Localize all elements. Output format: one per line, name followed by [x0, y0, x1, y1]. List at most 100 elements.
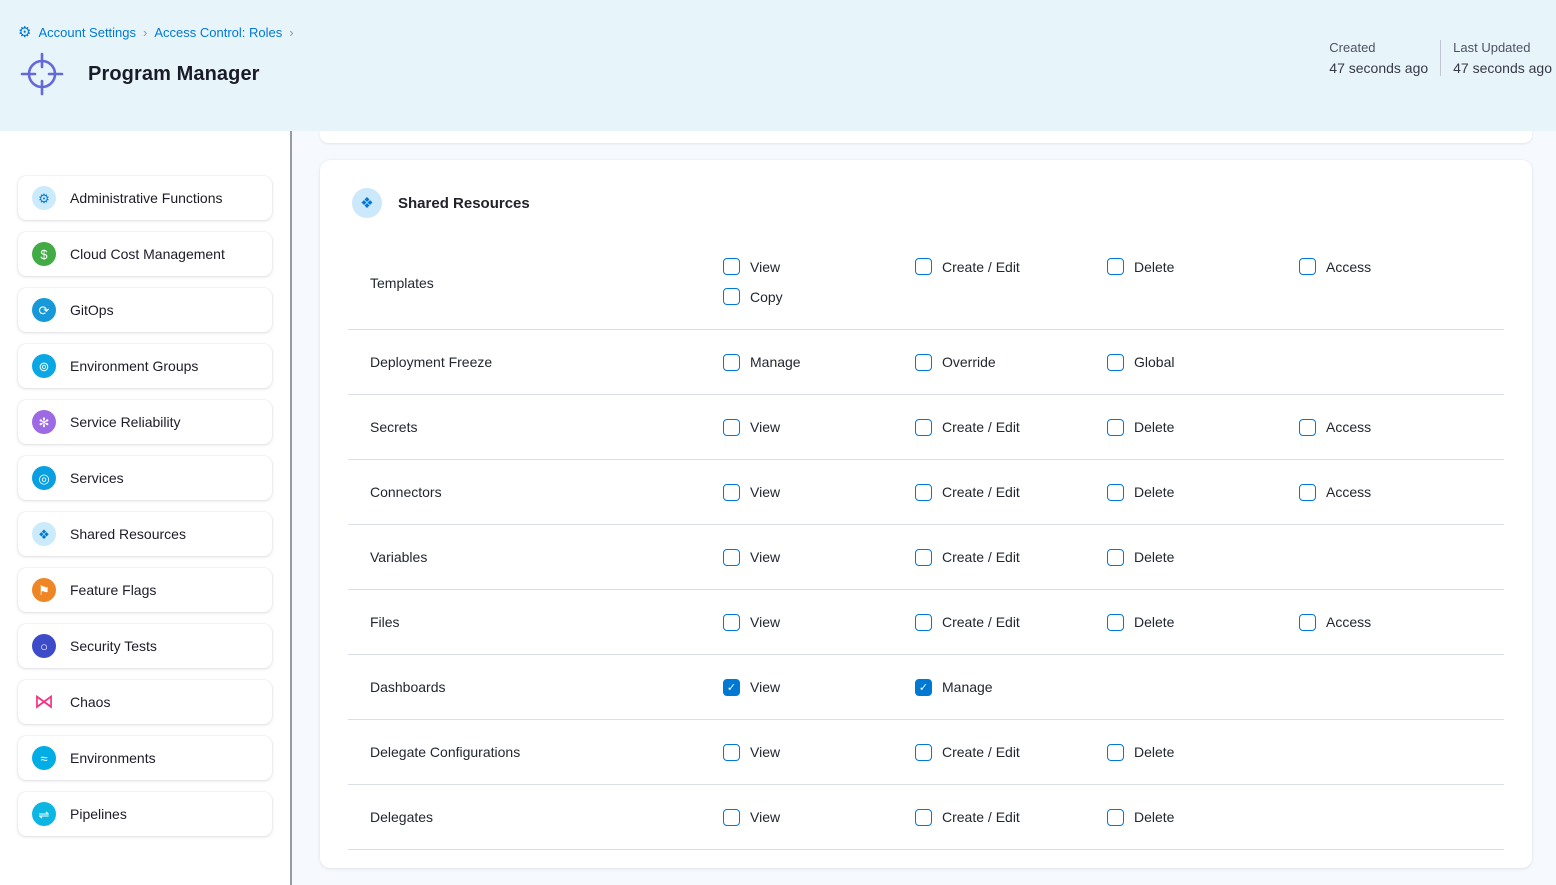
- permission-checkbox-view[interactable]: View: [723, 549, 915, 566]
- permission-checkbox-create-edit[interactable]: Create / Edit: [915, 549, 1107, 566]
- checkbox-unchecked[interactable]: [915, 419, 932, 436]
- checkbox-unchecked[interactable]: [1107, 258, 1124, 275]
- permission-checkbox-access[interactable]: Access: [1299, 258, 1504, 275]
- sidebar-item-service-reliability[interactable]: ✻Service Reliability: [18, 400, 272, 444]
- checkbox-unchecked[interactable]: [723, 419, 740, 436]
- permission-cell: View: [723, 744, 915, 761]
- checkbox-label: Delete: [1134, 549, 1174, 565]
- sidebar-item-chaos[interactable]: ⋈Chaos: [18, 680, 272, 724]
- permission-checkbox-delete[interactable]: Delete: [1107, 809, 1299, 826]
- shared-resources-icon: ❖: [352, 188, 382, 218]
- permission-checkbox-delete[interactable]: Delete: [1107, 744, 1299, 761]
- permission-checkbox-access[interactable]: Access: [1299, 419, 1504, 436]
- checkbox-unchecked[interactable]: [1107, 744, 1124, 761]
- checkbox-unchecked[interactable]: [915, 614, 932, 631]
- sidebar-item-feature-flags[interactable]: ⚑Feature Flags: [18, 568, 272, 612]
- checkbox-unchecked[interactable]: [723, 549, 740, 566]
- sidebar-item-label: Service Reliability: [70, 414, 180, 430]
- permission-checkbox-access[interactable]: Access: [1299, 484, 1504, 501]
- checkbox-label: Access: [1326, 259, 1371, 275]
- permission-checkbox-create-edit[interactable]: Create / Edit: [915, 419, 1107, 436]
- permission-checkbox-view[interactable]: ✓View: [723, 679, 915, 696]
- checkbox-checked[interactable]: ✓: [723, 679, 740, 696]
- permission-checkbox-view[interactable]: View: [723, 614, 915, 631]
- checkbox-unchecked[interactable]: [1107, 354, 1124, 371]
- permission-checkbox-manage[interactable]: ✓Manage: [915, 679, 1107, 696]
- permission-checkbox-access[interactable]: Access: [1299, 614, 1504, 631]
- permission-row-delegate-configurations: Delegate ConfigurationsViewCreate / Edit…: [348, 720, 1504, 785]
- permission-checkbox-view[interactable]: View: [723, 744, 915, 761]
- sidebar-item-administrative-functions[interactable]: ⚙Administrative Functions: [18, 176, 272, 220]
- permission-cell: Delete: [1107, 744, 1299, 761]
- checkbox-unchecked[interactable]: [723, 614, 740, 631]
- permission-checkbox-delete[interactable]: Delete: [1107, 258, 1299, 275]
- checkbox-unchecked[interactable]: [723, 484, 740, 501]
- resource-label: Delegate Configurations: [348, 744, 723, 760]
- checkbox-label: Create / Edit: [942, 484, 1020, 500]
- checkbox-label: Create / Edit: [942, 259, 1020, 275]
- checkbox-unchecked[interactable]: [1107, 484, 1124, 501]
- permission-checkbox-global[interactable]: Global: [1107, 354, 1299, 371]
- permission-checkbox-delete[interactable]: Delete: [1107, 484, 1299, 501]
- shield-scan-icon: ○: [32, 634, 56, 658]
- sidebar-item-gitops[interactable]: ⟳GitOps: [18, 288, 272, 332]
- checkbox-label: Create / Edit: [942, 549, 1020, 565]
- checkbox-unchecked[interactable]: [1107, 614, 1124, 631]
- resource-label: Deployment Freeze: [348, 354, 723, 370]
- checkbox-unchecked[interactable]: [723, 354, 740, 371]
- permission-cell: Override: [915, 354, 1107, 371]
- checkbox-unchecked[interactable]: [723, 258, 740, 275]
- checkbox-unchecked[interactable]: [723, 809, 740, 826]
- checkbox-checked[interactable]: ✓: [915, 679, 932, 696]
- checkbox-unchecked[interactable]: [915, 549, 932, 566]
- permission-checkbox-view[interactable]: View: [723, 484, 915, 501]
- sidebar-item-pipelines[interactable]: ⇌Pipelines: [18, 792, 272, 836]
- breadcrumb-account-settings[interactable]: Account Settings: [38, 25, 136, 40]
- sidebar-item-security-tests[interactable]: ○Security Tests: [18, 624, 272, 668]
- resource-label: Files: [348, 614, 723, 630]
- checkbox-unchecked[interactable]: [915, 258, 932, 275]
- pipelines-icon: ⇌: [32, 802, 56, 826]
- permission-cell: Create / Edit: [915, 614, 1107, 631]
- checkbox-unchecked[interactable]: [915, 484, 932, 501]
- sidebar-item-shared-resources[interactable]: ❖Shared Resources: [18, 512, 272, 556]
- permission-checkbox-delete[interactable]: Delete: [1107, 549, 1299, 566]
- permission-checkbox-delete[interactable]: Delete: [1107, 419, 1299, 436]
- checkbox-unchecked[interactable]: [723, 288, 740, 305]
- checkbox-unchecked[interactable]: [1107, 549, 1124, 566]
- checkbox-unchecked[interactable]: [723, 744, 740, 761]
- permission-checkbox-manage[interactable]: Manage: [723, 354, 915, 371]
- sidebar-item-label: GitOps: [70, 302, 114, 318]
- permission-checkbox-create-edit[interactable]: Create / Edit: [915, 258, 1107, 275]
- sidebar-item-services[interactable]: ◎Services: [18, 456, 272, 500]
- checkbox-unchecked[interactable]: [1107, 809, 1124, 826]
- sidebar-item-environment-groups[interactable]: ⊚Environment Groups: [18, 344, 272, 388]
- checkbox-unchecked[interactable]: [915, 809, 932, 826]
- permission-checkbox-copy[interactable]: Copy: [723, 288, 915, 305]
- checkbox-unchecked[interactable]: [1107, 419, 1124, 436]
- meta-divider: [1440, 40, 1441, 76]
- sidebar-item-environments[interactable]: ≈Environments: [18, 736, 272, 780]
- checkbox-unchecked[interactable]: [1299, 419, 1316, 436]
- permission-checkbox-create-edit[interactable]: Create / Edit: [915, 484, 1107, 501]
- permission-checkbox-delete[interactable]: Delete: [1107, 614, 1299, 631]
- permissions-content: ❖ Shared Resources TemplatesViewCopyCrea…: [292, 131, 1556, 885]
- permission-checkbox-view[interactable]: View: [723, 258, 915, 275]
- permission-checkbox-view[interactable]: View: [723, 419, 915, 436]
- permission-row-files: FilesView Create / Edit DeleteAccess: [348, 590, 1504, 655]
- breadcrumb-access-control-roles[interactable]: Access Control: Roles: [154, 25, 282, 40]
- checkbox-label: Access: [1326, 419, 1371, 435]
- sidebar-item-cloud-cost-management[interactable]: $Cloud Cost Management: [18, 232, 272, 276]
- checkbox-unchecked[interactable]: [915, 744, 932, 761]
- checkbox-unchecked[interactable]: [915, 354, 932, 371]
- permission-checkbox-create-edit[interactable]: Create / Edit: [915, 614, 1107, 631]
- permission-cell: Delete: [1107, 419, 1299, 436]
- checkbox-unchecked[interactable]: [1299, 258, 1316, 275]
- checkbox-label: Create / Edit: [942, 614, 1020, 630]
- permission-checkbox-create-edit[interactable]: Create / Edit: [915, 744, 1107, 761]
- checkbox-unchecked[interactable]: [1299, 614, 1316, 631]
- checkbox-unchecked[interactable]: [1299, 484, 1316, 501]
- permission-checkbox-view[interactable]: View: [723, 809, 915, 826]
- permission-checkbox-override[interactable]: Override: [915, 354, 1107, 371]
- permission-checkbox-create-edit[interactable]: Create / Edit: [915, 809, 1107, 826]
